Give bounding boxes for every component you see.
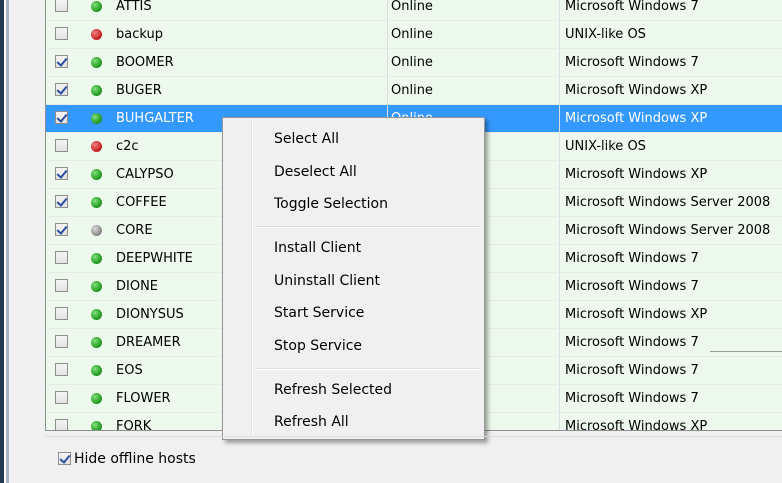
row-gridline	[46, 104, 782, 105]
status-dot-icon	[91, 337, 102, 348]
row-gridline	[46, 48, 782, 49]
menu-item-deselect-all[interactable]: Deselect All	[274, 159, 357, 185]
status-dot-icon	[91, 393, 102, 404]
host-checkbox[interactable]	[55, 335, 68, 348]
status-dot-icon	[91, 421, 102, 430]
host-status: Online	[391, 0, 433, 14]
row-gridline	[46, 20, 782, 21]
host-row[interactable]: BOOMER Online Microsoft Windows 7	[46, 49, 782, 76]
host-checkbox[interactable]	[55, 111, 68, 124]
menu-separator	[255, 226, 481, 228]
menu-item-uninstall-client[interactable]: Uninstall Client	[274, 268, 380, 294]
host-os: Microsoft Windows XP	[565, 83, 708, 98]
list-divider	[710, 351, 782, 352]
host-row[interactable]: BUGER Online Microsoft Windows XP	[46, 77, 782, 104]
host-os: Microsoft Windows 7	[565, 251, 699, 266]
host-os: Microsoft Windows 7	[565, 55, 699, 70]
status-dot-icon	[91, 197, 102, 208]
menu-item-install-client[interactable]: Install Client	[274, 235, 361, 261]
menu-item-select-all[interactable]: Select All	[274, 126, 339, 152]
host-checkbox[interactable]	[55, 391, 68, 404]
status-dot-icon	[91, 253, 102, 264]
column-separator	[559, 0, 560, 430]
status-dot-icon	[91, 169, 102, 180]
host-os: Microsoft Windows XP	[565, 307, 708, 322]
host-checkbox[interactable]	[55, 279, 68, 292]
menu-separator	[255, 368, 481, 370]
menu-item-refresh-all[interactable]: Refresh All	[274, 409, 349, 435]
host-name: backup	[116, 27, 163, 42]
menu-item-toggle-selection[interactable]: Toggle Selection	[274, 191, 388, 217]
host-os: UNIX-like OS	[565, 27, 646, 42]
menu-item-stop-service[interactable]: Stop Service	[274, 333, 362, 359]
host-checkbox[interactable]	[55, 55, 68, 68]
status-dot-icon	[91, 29, 102, 40]
host-checkbox[interactable]	[55, 27, 68, 40]
menu-item-start-service[interactable]: Start Service	[274, 300, 364, 326]
host-checkbox[interactable]	[55, 0, 68, 12]
status-dot-icon	[91, 1, 102, 12]
host-status: Online	[391, 83, 433, 98]
host-os: Microsoft Windows 7	[565, 363, 699, 378]
host-checkbox[interactable]	[55, 251, 68, 264]
status-dot-icon	[91, 281, 102, 292]
status-dot-icon	[91, 141, 102, 152]
status-dot-icon	[91, 225, 102, 236]
context-menu: Select All Deselect All Toggle Selection…	[222, 117, 485, 440]
status-dot-icon	[91, 365, 102, 376]
menu-icon-gutter	[251, 120, 253, 437]
host-name: BOOMER	[116, 55, 174, 70]
row-gridline	[46, 76, 782, 77]
host-os: Microsoft Windows 7	[565, 391, 699, 406]
hide-offline-checkbox[interactable]	[58, 452, 71, 465]
host-checkbox[interactable]	[55, 139, 68, 152]
host-os: Microsoft Windows XP	[565, 111, 708, 126]
host-checkbox[interactable]	[55, 363, 68, 376]
list-frame-bottom	[45, 436, 782, 437]
host-row[interactable]: backup Online UNIX-like OS	[46, 21, 782, 48]
host-checkbox[interactable]	[55, 419, 68, 430]
host-status: Online	[391, 55, 433, 70]
status-dot-icon	[91, 57, 102, 68]
host-name: ATTIS	[116, 0, 152, 14]
host-checkbox[interactable]	[55, 195, 68, 208]
host-row[interactable]: ATTIS Online Microsoft Windows 7	[46, 0, 782, 20]
host-os: Microsoft Windows 7	[565, 279, 699, 294]
host-name: BUGER	[116, 83, 162, 98]
host-os: UNIX-like OS	[565, 139, 646, 154]
host-os: Microsoft Windows XP	[565, 419, 708, 431]
host-os: Microsoft Windows 7	[565, 0, 699, 14]
status-dot-icon	[91, 309, 102, 320]
host-checkbox[interactable]	[55, 307, 68, 320]
host-status: Online	[391, 27, 433, 42]
window-frame-edge	[6, 0, 9, 483]
host-checkbox[interactable]	[55, 167, 68, 180]
host-checkbox[interactable]	[55, 83, 68, 96]
status-dot-icon	[91, 85, 102, 96]
menu-item-refresh-selected[interactable]: Refresh Selected	[274, 377, 392, 403]
host-os: Microsoft Windows Server 2008	[565, 195, 771, 210]
host-os: Microsoft Windows Server 2008	[565, 223, 771, 238]
host-os: Microsoft Windows XP	[565, 167, 708, 182]
hide-offline-label: Hide offline hosts	[74, 451, 196, 467]
host-checkbox[interactable]	[55, 223, 68, 236]
status-dot-icon	[91, 113, 102, 124]
